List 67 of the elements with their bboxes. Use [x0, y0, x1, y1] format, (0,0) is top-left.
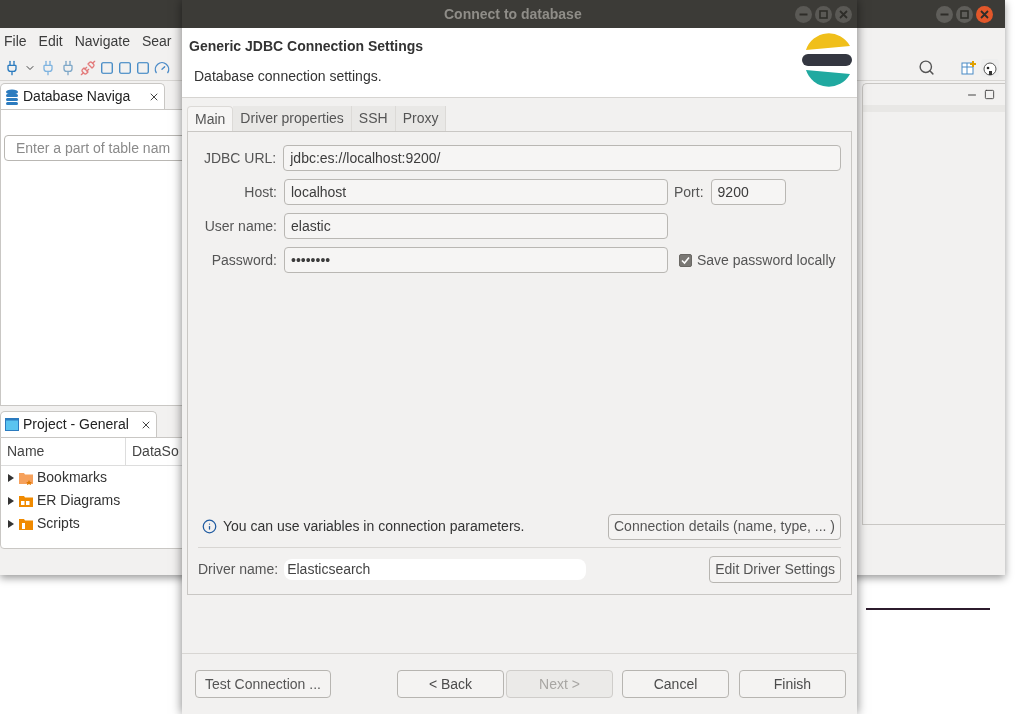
folder-icon — [18, 516, 34, 531]
column-header[interactable]: DataSo — [126, 438, 185, 465]
plug-icon[interactable] — [60, 59, 76, 76]
field-label: Driver name: — [198, 559, 279, 579]
plug-icon[interactable] — [40, 59, 56, 76]
test-connection-button[interactable]: Test Connection ... — [195, 670, 331, 698]
field-label: Password: — [210, 250, 277, 270]
search-icon[interactable] — [918, 59, 935, 76]
host-field[interactable]: localhost — [284, 179, 668, 205]
edit-driver-button[interactable]: Edit Driver Settings — [709, 555, 841, 583]
info-icon — [202, 519, 217, 534]
menu-item[interactable]: Sear — [141, 31, 172, 52]
dialog-subheading: Database connection settings. — [194, 67, 383, 86]
tab[interactable]: SSH — [351, 106, 396, 131]
tree-item[interactable]: ER Diagrams — [37, 490, 121, 511]
folder-icon — [18, 493, 34, 508]
user-name-field[interactable]: elastic — [284, 213, 668, 239]
plug-icon[interactable] — [4, 59, 20, 76]
field-label: Port: — [674, 182, 704, 202]
dialog-heading: Generic JDBC Connection Settings — [189, 37, 425, 56]
save-password-checkbox[interactable] — [679, 253, 692, 267]
dialog-button[interactable]: Cancel — [622, 670, 729, 698]
tab[interactable]: Main — [187, 106, 234, 131]
project-tab[interactable]: Project - General — [0, 411, 157, 437]
field-label: JDBC URL: — [202, 148, 277, 168]
page-icon[interactable] — [136, 60, 150, 75]
close-button[interactable] — [976, 5, 993, 23]
jdbc-url-field[interactable]: jdbc:es://localhost:9200/ — [283, 145, 841, 171]
page-icon[interactable] — [118, 60, 132, 75]
maximize-button[interactable] — [956, 5, 973, 23]
tab[interactable]: Driver properties — [233, 106, 352, 131]
gauge-icon[interactable] — [154, 59, 170, 76]
tree-item[interactable]: Scripts — [37, 513, 80, 534]
column-header[interactable]: Name — [1, 438, 126, 465]
password-field[interactable]: •••••••• — [284, 247, 668, 273]
driver-name-field: Elasticsearch — [284, 558, 587, 580]
tab-label: Project - General — [23, 415, 129, 434]
window-icon — [5, 418, 19, 431]
minimize-button[interactable] — [936, 5, 953, 23]
folder-icon — [18, 470, 34, 485]
field-label: User name: — [203, 216, 277, 236]
tab-label: Database Naviga — [23, 87, 131, 106]
dialog-button[interactable]: < Back — [397, 670, 504, 698]
tab[interactable]: Proxy — [395, 106, 447, 131]
expander-icon[interactable] — [7, 518, 15, 529]
maximize-icon[interactable] — [984, 89, 995, 100]
menu-item[interactable]: Edit — [38, 31, 63, 52]
expander-icon[interactable] — [7, 472, 15, 483]
info-text: You can use variables in connection parameters. — [223, 517, 525, 536]
logo-icon — [800, 32, 854, 88]
maximize-button[interactable] — [815, 5, 832, 23]
tree-item[interactable]: Bookmarks — [37, 467, 108, 488]
unplug-icon[interactable] — [80, 59, 96, 76]
dialog-button[interactable]: Finish — [739, 670, 846, 698]
minimize-button[interactable] — [795, 5, 812, 23]
database-icon — [5, 88, 19, 105]
field-label: Host: — [243, 182, 277, 202]
expander-icon[interactable] — [7, 495, 15, 506]
connection-details-button[interactable]: Connection details (name, type, ... ) — [608, 513, 841, 540]
checkbox-label[interactable]: Save password locally — [697, 249, 836, 271]
page-icon[interactable] — [100, 60, 114, 75]
navigator-tab[interactable]: Database Naviga — [0, 83, 165, 109]
close-button[interactable] — [835, 5, 852, 23]
menu-item[interactable]: File — [4, 31, 27, 52]
port-field[interactable]: 9200 — [710, 179, 786, 205]
dialog-title: Connect to database — [444, 4, 582, 24]
menu-item[interactable]: Navigate — [74, 31, 130, 52]
